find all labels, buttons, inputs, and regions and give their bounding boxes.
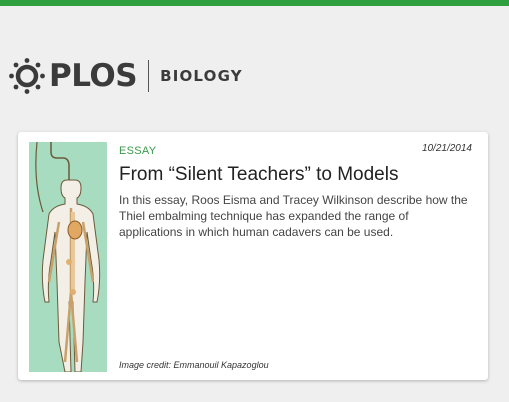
logo-divider <box>148 60 150 92</box>
journal-name: BIOLOGY <box>160 67 243 85</box>
logo-wordmark: PLOS <box>49 57 138 94</box>
article-thumbnail[interactable] <box>29 142 107 372</box>
top-accent-bar <box>0 0 509 6</box>
image-credit: Image credit: Emmanouil Kapazoglou <box>119 360 269 370</box>
journal-logo[interactable]: PLOS BIOLOGY <box>8 56 243 96</box>
plos-logo-icon <box>9 58 45 94</box>
anatomy-illustration-image <box>29 142 107 372</box>
article-category[interactable]: ESSAY <box>119 145 156 157</box>
article-summary: In this essay, Roos Eisma and Tracey Wil… <box>119 193 468 239</box>
featured-article-card[interactable]: ESSAY 10/21/2014 From “Silent Teachers” … <box>18 132 488 380</box>
article-title[interactable]: From “Silent Teachers” to Models <box>119 164 398 186</box>
article-date: 10/21/2014 <box>421 143 472 154</box>
